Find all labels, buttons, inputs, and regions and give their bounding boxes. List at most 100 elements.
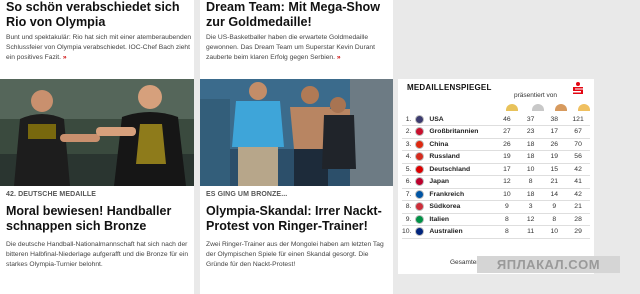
- country-name: Frankreich: [429, 188, 496, 201]
- article-teaser-wrestling: Zwei Ringer-Trainer aus der Mongolei hab…: [206, 241, 384, 268]
- country-name: Japan: [429, 175, 496, 189]
- medal-column-header: [398, 103, 594, 113]
- country-name: Italien: [429, 213, 496, 226]
- article-teaser-dream-team: Die US-Basketballer haben die erwartete …: [206, 34, 376, 61]
- table-row[interactable]: 1. USA 46 37 38 121: [402, 113, 590, 126]
- bronze-count: 9: [542, 200, 567, 214]
- silver-count: 37: [518, 113, 543, 126]
- medal-rank: 9.: [402, 213, 416, 226]
- silver-medal-icon: [532, 104, 544, 111]
- bronze-count: 14: [542, 188, 567, 201]
- country-name: Australien: [429, 225, 496, 239]
- silver-count: 11: [518, 225, 543, 239]
- table-row[interactable]: 3. China 26 18 26 70: [402, 138, 590, 151]
- bronze-count: 15: [542, 163, 567, 176]
- wrestling-photo[interactable]: [200, 79, 393, 186]
- article-headline-wrestling[interactable]: Olympia-Skandal: Irrer Nackt-Protest von…: [206, 204, 394, 234]
- bronze-count: 26: [542, 138, 567, 151]
- gold-count: 17: [495, 163, 519, 176]
- medal-rank: 2.: [402, 125, 416, 139]
- more-arrow-icon[interactable]: »: [63, 54, 67, 61]
- gold-count: 26: [495, 138, 519, 151]
- medal-table: 1. USA 46 37 38 121 2. Großbritannien 27 23 17 67 3.…: [402, 113, 590, 239]
- gold-count: 8: [495, 225, 519, 239]
- sponsor-label: präsentiert von: [514, 92, 557, 99]
- article-kicker: ES GING UM BRONZE...: [206, 191, 288, 198]
- article-teaser-rio-closing: Bunt und spektakulär: Rio hat sich mit e…: [6, 34, 192, 61]
- silver-count: 3: [518, 200, 543, 214]
- flag-icon: [415, 202, 425, 212]
- gold-count: 27: [495, 125, 519, 139]
- medal-rank: 10.: [402, 225, 416, 239]
- total-count: 42: [566, 163, 590, 176]
- table-row[interactable]: 4. Russland 19 18 19 56: [402, 150, 590, 164]
- country-name: USA: [429, 113, 496, 126]
- flag-icon: [415, 152, 425, 162]
- flag-cell: [415, 150, 430, 164]
- medal-table-widget: MEDAILLENSPIEGEL präsentiert von 1. USA 46…: [398, 79, 594, 274]
- bronze-count: 17: [542, 125, 567, 139]
- silver-count: 8: [518, 175, 543, 189]
- medal-table-title: MEDAILLENSPIEGEL: [407, 83, 492, 92]
- medal-rank: 5.: [402, 163, 416, 176]
- country-name: Südkorea: [429, 200, 496, 214]
- silver-count: 10: [518, 163, 543, 176]
- flag-icon: [415, 139, 425, 149]
- medal-rank: 1.: [402, 113, 416, 126]
- table-row[interactable]: 8. Südkorea 9 3 9 21: [402, 200, 590, 214]
- flag-cell: [415, 213, 430, 226]
- total-count: 67: [566, 125, 590, 139]
- flag-icon: [415, 177, 425, 187]
- watermark: ЯПЛАКАЛ.COM: [477, 256, 620, 273]
- flag-icon: [415, 114, 425, 124]
- article-column-1: So schön verabschiedet sich Rio von Olym…: [0, 0, 194, 294]
- silver-count: 18: [518, 188, 543, 201]
- gold-count: 10: [495, 188, 519, 201]
- handball-photo[interactable]: [0, 79, 194, 186]
- flag-cell: [415, 175, 430, 189]
- table-row[interactable]: 10. Australien 8 11 10 29: [402, 225, 590, 239]
- gold-count: 12: [495, 175, 519, 189]
- country-name: Deutschland: [429, 163, 496, 176]
- table-row[interactable]: 5. Deutschland 17 10 15 42: [402, 163, 590, 176]
- gold-count: 8: [495, 213, 519, 226]
- table-row[interactable]: 6. Japan 12 8 21 41: [402, 175, 590, 189]
- total-count: 121: [566, 113, 590, 126]
- medal-rank: 8.: [402, 200, 416, 214]
- gold-count: 46: [495, 113, 519, 126]
- silver-count: 12: [518, 213, 543, 226]
- flag-icon: [415, 127, 425, 137]
- article-title-dream-team[interactable]: Dream Team: Mit Mega-Show zur Goldmedail…: [206, 0, 393, 30]
- wrestling-protest-image: [200, 79, 393, 186]
- flag-icon: [415, 227, 425, 237]
- bronze-count: 8: [542, 213, 567, 226]
- more-arrow-icon[interactable]: »: [337, 54, 341, 61]
- article-teaser-handball: Die deutsche Handball-Nationalmannschaft…: [6, 241, 189, 268]
- total-count: 29: [566, 225, 590, 239]
- flag-cell: [415, 113, 430, 126]
- flag-cell: [415, 138, 430, 151]
- total-count: 56: [566, 150, 590, 164]
- bronze-count: 21: [542, 175, 567, 189]
- flag-cell: [415, 225, 430, 239]
- sparkasse-logo-icon[interactable]: [571, 81, 585, 95]
- medal-rank: 3.: [402, 138, 416, 151]
- silver-count: 23: [518, 125, 543, 139]
- total-count: 21: [566, 200, 590, 214]
- page-margin: [600, 0, 640, 294]
- table-row[interactable]: 2. Großbritannien 27 23 17 67: [402, 125, 590, 139]
- total-count: 28: [566, 213, 590, 226]
- gold-count: 9: [495, 200, 519, 214]
- medal-rank: 6.: [402, 175, 416, 189]
- article-headline-handball[interactable]: Moral bewiesen! Handballer schnappen sic…: [6, 204, 194, 234]
- bronze-count: 10: [542, 225, 567, 239]
- handball-players-image: [0, 79, 194, 186]
- flag-icon: [415, 214, 425, 224]
- bronze-medal-icon: [555, 104, 567, 111]
- country-name: Russland: [429, 150, 496, 164]
- table-row[interactable]: 9. Italien 8 12 8 28: [402, 213, 590, 226]
- article-title-rio-closing[interactable]: So schön verabschiedet sich Rio von Olym…: [6, 0, 194, 30]
- gold-medal-icon: [506, 104, 518, 111]
- country-name: Großbritannien: [429, 125, 496, 139]
- table-row[interactable]: 7. Frankreich 10 18 14 42: [402, 188, 590, 201]
